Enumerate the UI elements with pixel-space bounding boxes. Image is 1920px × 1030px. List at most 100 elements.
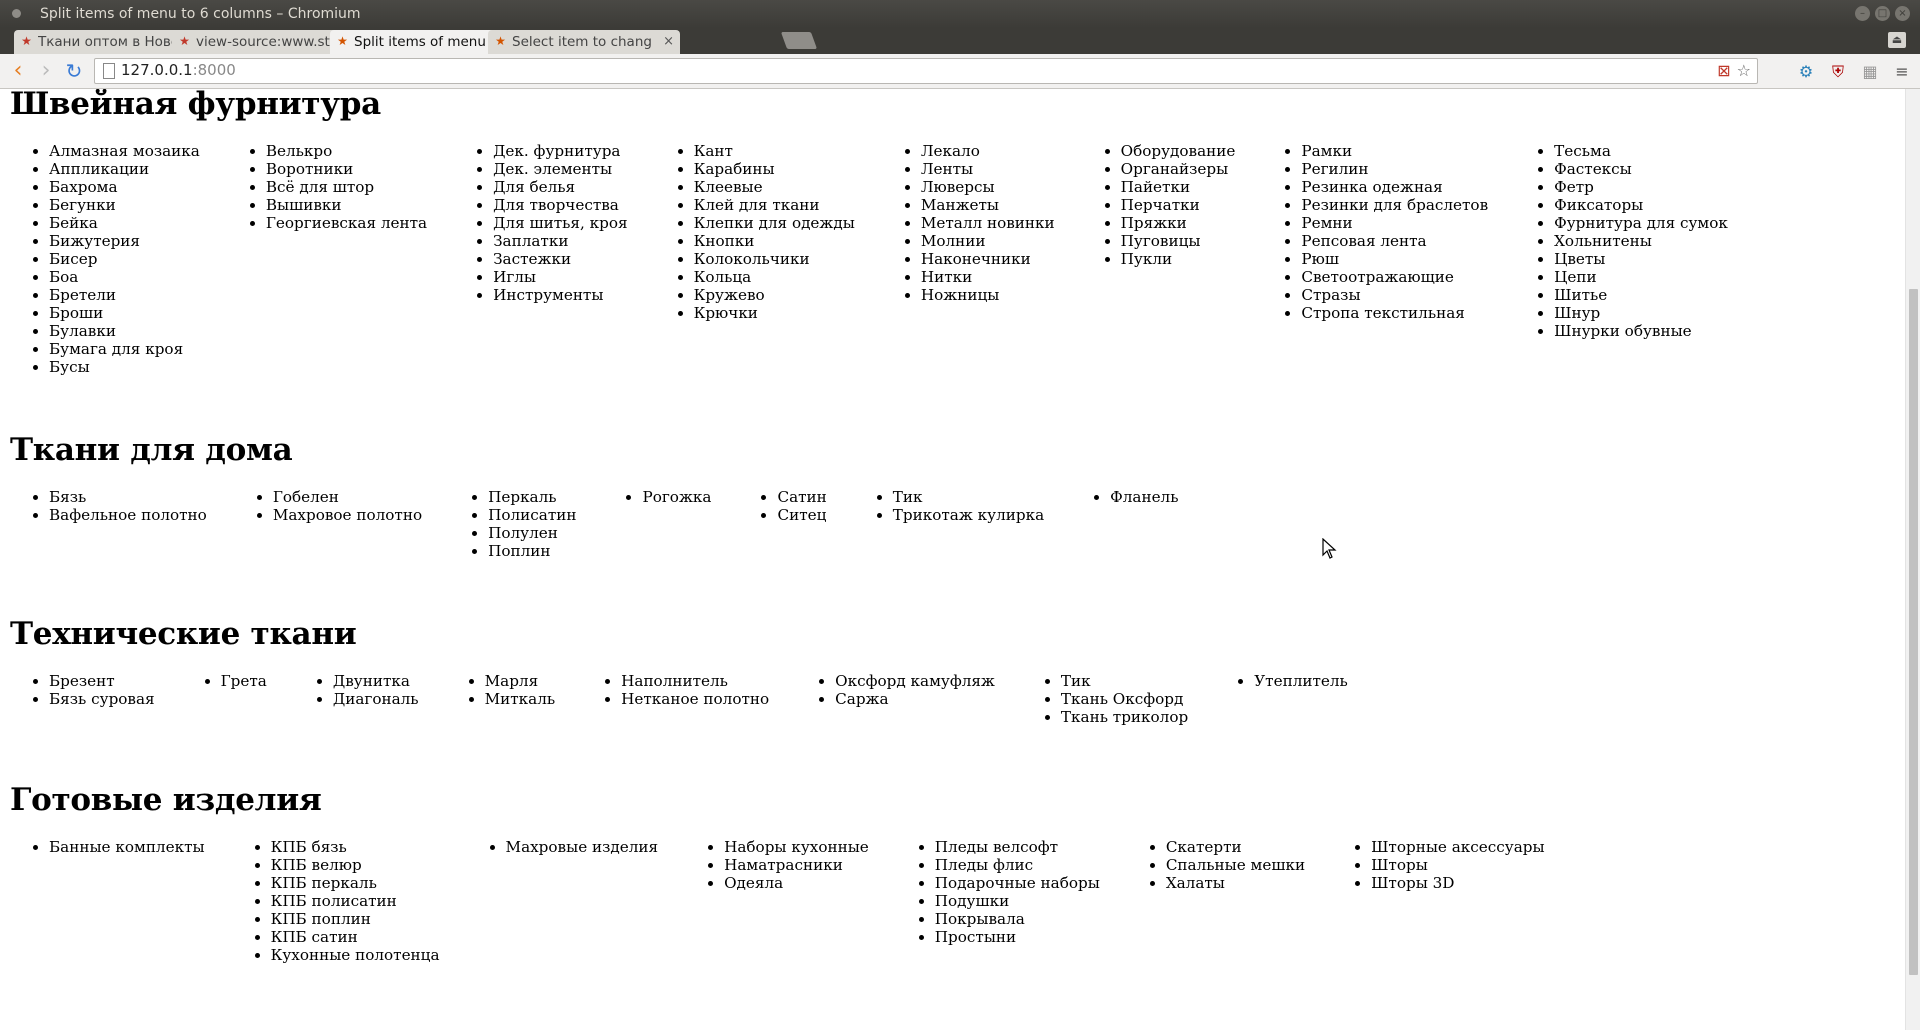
menu-item[interactable]: Бахрома — [49, 178, 200, 196]
menu-item[interactable]: Миткаль — [485, 690, 556, 708]
menu-item[interactable]: Рогожка — [642, 488, 711, 506]
menu-item[interactable]: Металл новинки — [921, 214, 1055, 232]
menu-item[interactable]: Нетканое полотно — [621, 690, 769, 708]
profile-icon[interactable]: ⏏ — [1888, 32, 1906, 48]
menu-item[interactable]: Клей для ткани — [694, 196, 855, 214]
menu-item[interactable]: Резинка одежная — [1301, 178, 1488, 196]
menu-item[interactable]: Перкаль — [488, 488, 576, 506]
menu-item[interactable]: Наконечники — [921, 250, 1055, 268]
minimize-button[interactable]: – — [1855, 6, 1870, 21]
menu-item[interactable]: Оксфорд камуфляж — [835, 672, 995, 690]
menu-item[interactable]: КПБ поплин — [271, 910, 440, 928]
menu-item[interactable]: Фурнитура для сумок — [1554, 214, 1728, 232]
menu-item[interactable]: Инструменты — [493, 286, 628, 304]
menu-item[interactable]: Скатерти — [1166, 838, 1305, 856]
menu-item[interactable]: Клеевые — [694, 178, 855, 196]
menu-item[interactable]: Ситец — [777, 506, 826, 524]
menu-item[interactable]: Фетр — [1554, 178, 1728, 196]
menu-item[interactable]: Дек. элементы — [493, 160, 628, 178]
menu-item[interactable]: Наматрасники — [724, 856, 869, 874]
menu-item[interactable]: Бижутерия — [49, 232, 200, 250]
menu-item[interactable]: Трикотаж кулирка — [893, 506, 1044, 524]
menu-item[interactable]: Бязь — [49, 488, 207, 506]
menu-item[interactable]: Люверсы — [921, 178, 1055, 196]
menu-item[interactable]: Махровое полотно — [273, 506, 422, 524]
menu-icon[interactable]: ≡ — [1892, 62, 1912, 82]
menu-item[interactable]: Кант — [694, 142, 855, 160]
menu-item[interactable]: Манжеты — [921, 196, 1055, 214]
menu-item[interactable]: Кухонные полотенца — [271, 946, 440, 964]
tab-4[interactable]: ★ Select item to chang × — [488, 30, 680, 54]
menu-item[interactable]: КПБ перкаль — [271, 874, 440, 892]
menu-item[interactable]: Кнопки — [694, 232, 855, 250]
menu-item[interactable]: Простыни — [935, 928, 1100, 946]
menu-item[interactable]: Фланель — [1110, 488, 1178, 506]
menu-item[interactable]: Боа — [49, 268, 200, 286]
menu-item[interactable]: Гобелен — [273, 488, 422, 506]
menu-item[interactable]: Махровые изделия — [506, 838, 659, 856]
menu-item[interactable]: Заплатки — [493, 232, 628, 250]
menu-item[interactable]: Сатин — [777, 488, 826, 506]
menu-item[interactable]: Для шитья, кроя — [493, 214, 628, 232]
close-window-button[interactable]: × — [1895, 6, 1910, 21]
menu-item[interactable]: Молнии — [921, 232, 1055, 250]
menu-item[interactable]: Ткань Оксфорд — [1061, 690, 1188, 708]
menu-item[interactable]: Рюш — [1301, 250, 1488, 268]
menu-item[interactable]: КПБ сатин — [271, 928, 440, 946]
menu-item[interactable]: Всё для штор — [266, 178, 427, 196]
menu-item[interactable]: Бегунки — [49, 196, 200, 214]
menu-item[interactable]: Марля — [485, 672, 556, 690]
menu-item[interactable]: Тик — [1061, 672, 1188, 690]
menu-item[interactable]: Кольца — [694, 268, 855, 286]
menu-item[interactable]: Пледы велсофт — [935, 838, 1100, 856]
menu-item[interactable]: Нитки — [921, 268, 1055, 286]
menu-item[interactable]: Цепи — [1554, 268, 1728, 286]
menu-item[interactable]: Шторы — [1371, 856, 1544, 874]
menu-item[interactable]: Утеплитель — [1254, 672, 1348, 690]
menu-item[interactable]: Хольнитены — [1554, 232, 1728, 250]
address-bar[interactable]: 127.0.0.1:8000 ⊠ ☆ — [94, 58, 1758, 84]
back-button[interactable]: ‹ — [6, 59, 30, 83]
menu-item[interactable]: Подарочные наборы — [935, 874, 1100, 892]
menu-item[interactable]: Банные комплекты — [49, 838, 205, 856]
menu-item[interactable]: Аппликации — [49, 160, 200, 178]
menu-item[interactable]: Колокольчики — [694, 250, 855, 268]
maximize-button[interactable]: □ — [1875, 6, 1890, 21]
menu-item[interactable]: Пайетки — [1121, 178, 1236, 196]
menu-item[interactable]: Репсовая лента — [1301, 232, 1488, 250]
menu-item[interactable]: Шторы 3D — [1371, 874, 1544, 892]
menu-item[interactable]: Светоотражающие — [1301, 268, 1488, 286]
menu-item[interactable]: Пряжки — [1121, 214, 1236, 232]
menu-item[interactable]: Иглы — [493, 268, 628, 286]
menu-item[interactable]: Двунитка — [333, 672, 419, 690]
menu-item[interactable]: Стропа текстильная — [1301, 304, 1488, 322]
extension-icon[interactable]: ⚙ — [1796, 62, 1816, 82]
vertical-scrollbar[interactable] — [1905, 89, 1920, 1030]
menu-item[interactable]: Георгиевская лента — [266, 214, 427, 232]
menu-item[interactable]: Булавки — [49, 322, 200, 340]
blocked-icon[interactable]: ⊠ — [1717, 61, 1730, 80]
menu-item[interactable]: Шнур — [1554, 304, 1728, 322]
menu-item[interactable]: Рамки — [1301, 142, 1488, 160]
menu-item[interactable]: Пуговицы — [1121, 232, 1236, 250]
menu-item[interactable]: Поплин — [488, 542, 576, 560]
menu-item[interactable]: Перчатки — [1121, 196, 1236, 214]
menu-item[interactable]: Шторные аксессуары — [1371, 838, 1544, 856]
menu-item[interactable]: Органайзеры — [1121, 160, 1236, 178]
menu-item[interactable]: Лекало — [921, 142, 1055, 160]
menu-item[interactable]: Цветы — [1554, 250, 1728, 268]
forward-button[interactable]: › — [34, 59, 58, 83]
qr-icon[interactable]: ▦ — [1860, 62, 1880, 82]
menu-item[interactable]: Покрывала — [935, 910, 1100, 928]
menu-item[interactable]: Саржа — [835, 690, 995, 708]
menu-item[interactable]: Грета — [221, 672, 267, 690]
bookmark-star-icon[interactable]: ☆ — [1737, 61, 1751, 80]
menu-item[interactable]: Для белья — [493, 178, 628, 196]
app-menu-icon[interactable] — [12, 9, 21, 18]
scrollbar-thumb[interactable] — [1909, 289, 1918, 975]
menu-item[interactable]: Тик — [893, 488, 1044, 506]
menu-item[interactable]: Оборудование — [1121, 142, 1236, 160]
menu-item[interactable]: Броши — [49, 304, 200, 322]
menu-item[interactable]: Резинки для браслетов — [1301, 196, 1488, 214]
menu-item[interactable]: Застежки — [493, 250, 628, 268]
